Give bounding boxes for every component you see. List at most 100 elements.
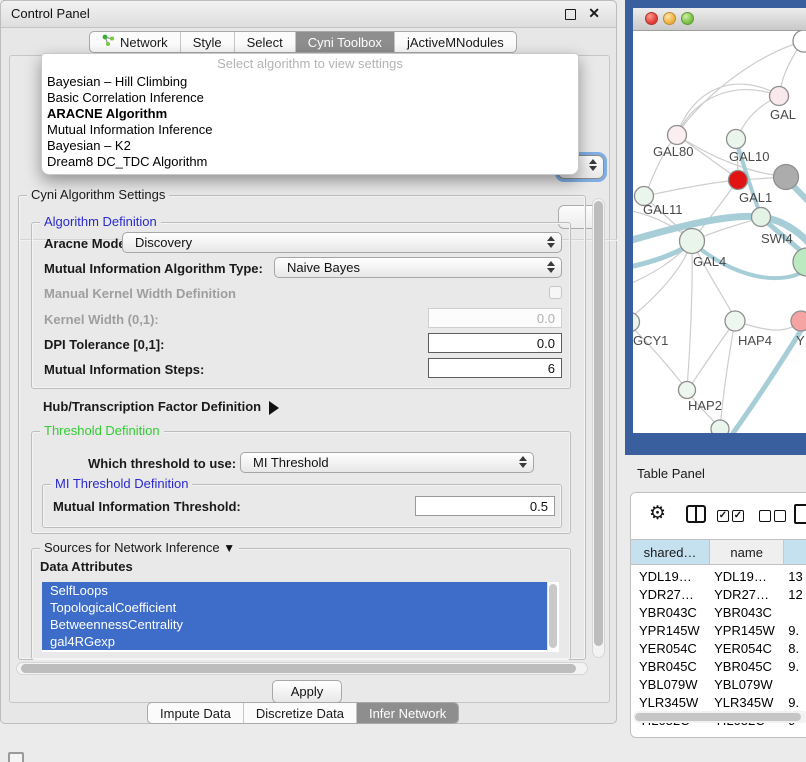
table-row[interactable]: YBR043C YBR043C — [631, 605, 806, 623]
network-node-gal10[interactable] — [727, 130, 746, 149]
zoom-traffic-light[interactable] — [681, 12, 694, 25]
stepper-icon — [547, 236, 555, 248]
close-traffic-light[interactable] — [645, 12, 658, 25]
kernel-width-field[interactable]: 0.0 — [428, 308, 562, 328]
cyni-bottom-tabs: Impute Data Discretize Data Infer Networ… — [147, 702, 459, 724]
partial-button[interactable] — [8, 752, 24, 762]
dropdown-item[interactable]: Bayesian – K2 — [42, 138, 578, 154]
network-canvas[interactable]: GAL GAL80 GAL10 GAL1 GAL11 SWI4 GAL4 GCY… — [633, 30, 806, 433]
gear-icon[interactable]: ⚙ — [649, 502, 666, 525]
table-row[interactable]: YPR145W YPR145W 9. — [631, 623, 806, 641]
network-node-swi4[interactable] — [752, 208, 771, 227]
table-panel-window: ⚙ ✓ ✓ shared… name YDL19… YDL19… 13 YDR2… — [630, 492, 806, 738]
settings-horizontal-scrollbar-thumb[interactable] — [21, 664, 576, 673]
cell-shared: YBR043C — [631, 605, 710, 623]
tab-discretize-data[interactable]: Discretize Data — [244, 703, 357, 723]
settings-vertical-scrollbar[interactable] — [592, 198, 605, 658]
network-node-gal1[interactable] — [729, 171, 748, 190]
manual-kernel-label: Manual Kernel Width Definition — [44, 286, 236, 301]
list-item[interactable]: TopologicalCoefficient — [42, 599, 559, 616]
network-node[interactable] — [793, 30, 806, 52]
cell-name: YBR045C — [710, 659, 784, 677]
table-row[interactable]: YDR27… YDR27… 12 — [631, 587, 806, 605]
tab-jactivemnodules[interactable]: jActiveMNodules — [395, 32, 516, 52]
tab-impute-data[interactable]: Impute Data — [148, 703, 244, 723]
tab-cyni-toolbox[interactable]: Cyni Toolbox — [296, 32, 395, 52]
unchecked-checkbox-icon[interactable] — [759, 510, 771, 522]
sources-group-title[interactable]: Sources for Network Inference ▼ — [40, 540, 239, 555]
cell-name: YDR27… — [710, 587, 784, 605]
tab-style[interactable]: Style — [181, 32, 235, 52]
which-threshold-value: MI Threshold — [253, 455, 329, 470]
dropdown-item-selected[interactable]: ARACNE Algorithm — [42, 106, 578, 122]
aracne-mode-select[interactable]: Discovery — [122, 232, 562, 253]
cell-shared: YER054C — [631, 641, 710, 659]
network-node-hap4[interactable] — [725, 311, 745, 331]
network-node-hap2[interactable] — [679, 382, 696, 399]
list-scrollbar-thumb[interactable] — [549, 584, 557, 648]
dropdown-prompt: Select algorithm to view settings — [42, 54, 578, 74]
checked-checkbox-icon[interactable]: ✓ — [717, 510, 729, 522]
cell-shared: YDR27… — [631, 587, 710, 605]
network-node-gray[interactable] — [774, 165, 799, 190]
node-label: HAP2 — [688, 398, 722, 413]
table-horizontal-scrollbar[interactable] — [633, 711, 806, 723]
unchecked-checkbox-icon[interactable] — [774, 510, 786, 522]
cell-value: 9. — [784, 659, 806, 677]
mi-threshold-field[interactable]: 0.5 — [415, 496, 555, 516]
control-panel-title: Control Panel — [11, 6, 90, 21]
table-row[interactable]: YDL19… YDL19… 13 — [631, 569, 806, 587]
network-node[interactable] — [711, 420, 729, 433]
list-item[interactable]: SelfLoops — [42, 582, 559, 599]
cell-shared: YBR045C — [631, 659, 710, 677]
sources-title-text: Sources for Network Inference — [44, 540, 220, 555]
cell-shared: YDL19… — [631, 569, 710, 587]
close-icon[interactable]: ✕ — [588, 5, 600, 22]
tab-infer-network[interactable]: Infer Network — [357, 703, 458, 723]
dropdown-item[interactable]: Dream8 DC_TDC Algorithm — [42, 154, 578, 170]
cell-name: YBL079W — [710, 677, 784, 695]
minimize-traffic-light[interactable] — [663, 12, 676, 25]
manual-kernel-checkbox[interactable] — [549, 286, 562, 299]
network-node-gal4[interactable] — [680, 229, 705, 254]
network-node-gal80[interactable] — [668, 126, 687, 145]
settings-vertical-scrollbar-thumb[interactable] — [594, 201, 603, 646]
algorithm-dropdown-popup: Select algorithm to view settings Bayesi… — [41, 53, 579, 175]
dropdown-item[interactable]: Mutual Information Inference — [42, 122, 578, 138]
tab-jactivemnodules-label: jActiveMNodules — [407, 35, 504, 50]
checked-checkbox-icon[interactable]: ✓ — [732, 510, 744, 522]
which-threshold-select[interactable]: MI Threshold — [240, 452, 534, 473]
table-row[interactable]: YER054C YER054C 8. — [631, 641, 806, 659]
network-node-pink[interactable] — [791, 311, 806, 331]
dpi-tolerance-field[interactable]: 0.0 — [428, 333, 562, 353]
page-icon[interactable] — [794, 504, 806, 524]
mi-steps-value: 6 — [548, 361, 555, 376]
dropdown-item[interactable]: Bayesian – Hill Climbing — [42, 74, 578, 90]
table-row[interactable]: YBL079W YBL079W — [631, 677, 806, 695]
list-item[interactable]: BetweennessCentrality — [42, 616, 559, 633]
hub-section-toggle[interactable]: Hub/Transcription Factor Definition — [43, 399, 279, 415]
table-row[interactable]: YBR045C YBR045C 9. — [631, 659, 806, 677]
tab-select[interactable]: Select — [235, 32, 296, 52]
network-node-gcy1[interactable] — [633, 313, 640, 332]
tab-network[interactable]: Network — [90, 32, 181, 52]
dropdown-item[interactable]: Basic Correlation Inference — [42, 90, 578, 106]
mi-steps-field[interactable]: 6 — [428, 358, 562, 378]
settings-horizontal-scrollbar[interactable] — [16, 662, 588, 675]
data-attributes-label: Data Attributes — [40, 559, 133, 574]
list-scrollbar[interactable] — [547, 582, 559, 652]
split-columns-icon[interactable] — [686, 505, 706, 523]
table-horizontal-scrollbar-thumb[interactable] — [635, 713, 801, 721]
list-item[interactable]: gal4RGexp — [42, 633, 559, 650]
kernel-width-value: 0.0 — [537, 311, 555, 326]
column-header-name[interactable]: name — [710, 539, 784, 565]
which-threshold-label: Which threshold to use: — [88, 456, 236, 471]
mi-algorithm-type-select[interactable]: Naive Bayes — [274, 257, 562, 278]
network-node-green[interactable] — [793, 248, 806, 276]
column-header-shared[interactable]: shared… — [631, 539, 710, 565]
column-header-partial[interactable] — [784, 539, 806, 565]
mi-threshold-definition-title: MI Threshold Definition — [51, 476, 192, 491]
apply-button[interactable]: Apply — [272, 680, 342, 703]
network-node-gal[interactable] — [770, 87, 789, 106]
float-window-icon[interactable] — [565, 9, 576, 20]
